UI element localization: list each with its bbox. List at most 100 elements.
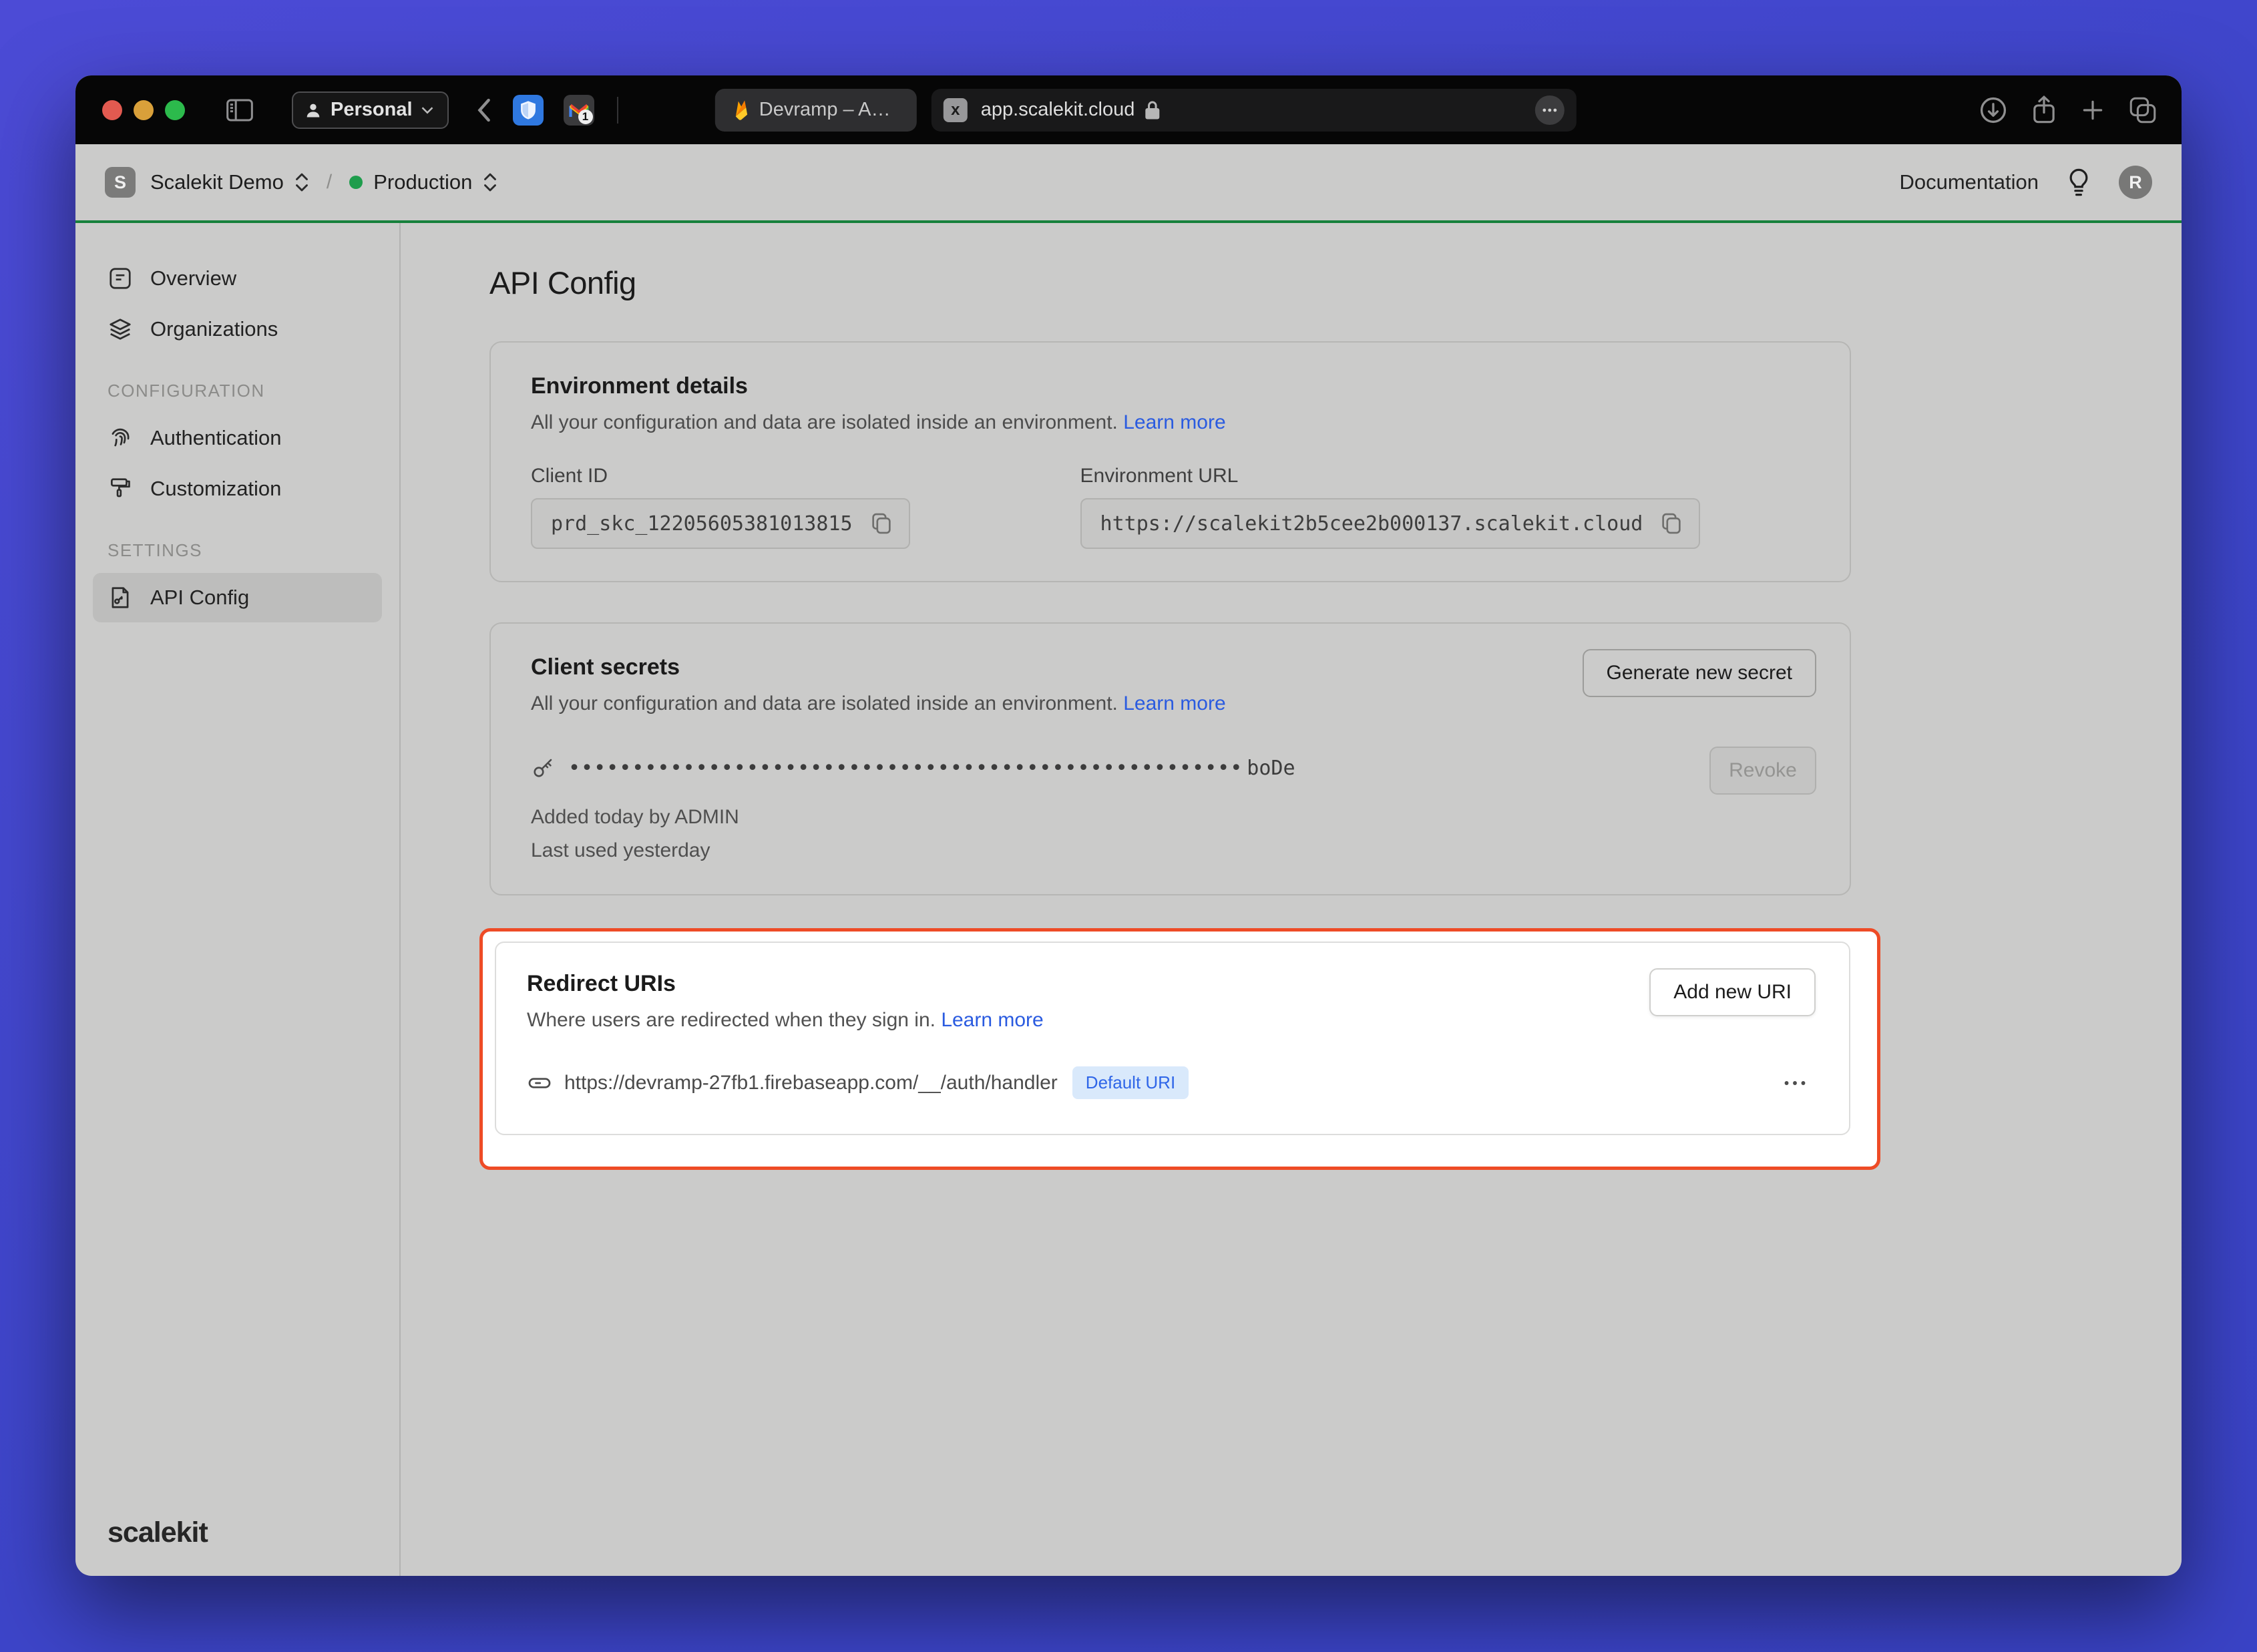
documentation-link[interactable]: Documentation xyxy=(1899,170,2039,194)
address-bar-url: app.scalekit.cloud xyxy=(981,99,1135,121)
share-icon[interactable] xyxy=(2031,95,2057,126)
client-id-label: Client ID xyxy=(531,465,910,487)
breadcrumb: Scalekit Demo / Production xyxy=(150,170,497,194)
gmail-badge: 1 xyxy=(578,110,593,124)
secret-added-info: Added today by ADMIN xyxy=(531,806,1810,829)
add-new-uri-button[interactable]: Add new URI xyxy=(1649,968,1816,1016)
organizations-icon xyxy=(108,317,133,342)
sidebar-item-authentication[interactable]: Authentication xyxy=(93,413,382,463)
environment-url-label: Environment URL xyxy=(1080,465,1701,487)
redirect-uri-row: https://devramp-27fb1.firebaseapp.com/__… xyxy=(527,1066,1818,1099)
paint-roller-icon xyxy=(108,476,133,501)
environment-url-value-box: https://scalekit2b5cee2b000137.scalekit.… xyxy=(1080,498,1701,549)
redirect-uris-card: Redirect URIs Where users are redirected… xyxy=(495,942,1850,1135)
masked-secret: ••••••••••••••••••••••••••••••••••••••••… xyxy=(568,757,1243,780)
card-title: Redirect URIs xyxy=(527,971,1818,997)
person-icon xyxy=(304,101,323,120)
sidebar-section-settings: SETTINGS xyxy=(108,540,382,561)
environment-details-card: Environment details All your configurati… xyxy=(489,341,1851,582)
card-description: All your configuration and data are isol… xyxy=(531,411,1118,433)
environment-name[interactable]: Production xyxy=(373,170,472,194)
client-id-value: prd_skc_12205605381013815 xyxy=(551,512,853,536)
org-switcher-icon[interactable] xyxy=(294,172,309,192)
sidebar-item-label: Customization xyxy=(150,477,281,501)
profile-label: Personal xyxy=(331,99,413,121)
zoom-window-button[interactable] xyxy=(165,100,185,120)
secret-suffix: boDe xyxy=(1247,757,1295,780)
app-header: S Scalekit Demo / Production Documentati… xyxy=(75,144,2182,223)
environment-switcher-icon[interactable] xyxy=(483,172,497,192)
traffic-lights xyxy=(102,100,185,120)
browser-actions xyxy=(1979,95,2158,126)
learn-more-link[interactable]: Learn more xyxy=(1123,411,1225,433)
sidebar-item-api-config[interactable]: API Config xyxy=(93,573,382,622)
sidebar-toggle-icon[interactable] xyxy=(226,99,253,122)
client-secret-row: ••••••••••••••••••••••••••••••••••••••••… xyxy=(531,745,1810,791)
toolbar-divider xyxy=(617,97,618,124)
tab-devramp[interactable]: Devramp – Auth… xyxy=(715,89,917,132)
secret-last-used-info: Last used yesterday xyxy=(531,839,1810,862)
page-more-options-button[interactable] xyxy=(1535,95,1565,125)
main-content: API Config Environment details All your … xyxy=(401,223,2182,1576)
profile-menu-button[interactable]: Personal xyxy=(292,91,449,129)
scalekit-wordmark: scalekit xyxy=(108,1516,208,1549)
user-avatar[interactable]: R xyxy=(2119,166,2152,199)
copy-environment-url-icon[interactable] xyxy=(1660,511,1683,536)
uri-more-options-icon[interactable] xyxy=(1784,1080,1806,1086)
new-tab-icon[interactable] xyxy=(2080,97,2105,123)
sidebar: Overview Organizations CONFIGURATION Aut… xyxy=(75,223,401,1576)
revoke-secret-button[interactable]: Revoke xyxy=(1709,747,1816,795)
sidebar-item-label: Organizations xyxy=(150,317,278,341)
card-title: Environment details xyxy=(531,373,1810,399)
environment-url-value: https://scalekit2b5cee2b000137.scalekit.… xyxy=(1100,512,1643,536)
sidebar-item-label: Overview xyxy=(150,266,236,290)
downloads-icon[interactable] xyxy=(1979,95,2008,125)
copy-client-id-icon[interactable] xyxy=(870,511,893,536)
page-title: API Config xyxy=(489,264,2182,301)
api-config-file-icon xyxy=(108,585,133,610)
sidebar-item-organizations[interactable]: Organizations xyxy=(93,304,382,354)
breadcrumb-divider: / xyxy=(327,171,332,194)
client-id-value-box: prd_skc_12205605381013815 xyxy=(531,498,910,549)
card-description: All your configuration and data are isol… xyxy=(531,692,1118,714)
redirect-uri-value: https://devramp-27fb1.firebaseapp.com/__… xyxy=(564,1072,1058,1094)
scalekit-favicon: x xyxy=(944,98,968,122)
sidebar-item-label: Authentication xyxy=(150,426,281,450)
lightbulb-icon[interactable] xyxy=(2067,168,2091,197)
header-actions: Documentation R xyxy=(1899,166,2152,199)
org-name[interactable]: Scalekit Demo xyxy=(150,170,284,194)
close-window-button[interactable] xyxy=(102,100,122,120)
sidebar-section-configuration: CONFIGURATION xyxy=(108,381,382,401)
chevron-down-icon xyxy=(421,106,434,115)
key-icon xyxy=(531,756,555,780)
overview-icon xyxy=(108,266,133,291)
tab-bar: Devramp – Auth… x app.scalekit.cloud xyxy=(715,89,1577,132)
environment-url-field: Environment URL https://scalekit2b5cee2b… xyxy=(1080,465,1701,549)
default-uri-badge: Default URI xyxy=(1072,1066,1189,1099)
gmail-extension-icon[interactable]: 1 xyxy=(564,95,594,126)
client-secrets-card: Client secrets All your configuration an… xyxy=(489,622,1851,895)
tab-overview-icon[interactable] xyxy=(2128,95,2158,125)
client-id-field: Client ID prd_skc_12205605381013815 xyxy=(531,465,910,549)
fingerprint-icon xyxy=(108,425,133,451)
sidebar-item-label: API Config xyxy=(150,586,249,610)
tab-title: Devramp – Auth… xyxy=(759,99,899,121)
generate-new-secret-button[interactable]: Generate new secret xyxy=(1583,649,1816,697)
sidebar-item-customization[interactable]: Customization xyxy=(93,464,382,513)
environment-status-dot xyxy=(349,176,363,189)
back-button-icon[interactable] xyxy=(475,97,493,124)
learn-more-link[interactable]: Learn more xyxy=(941,1009,1043,1031)
lock-icon xyxy=(1144,100,1160,120)
minimize-window-button[interactable] xyxy=(134,100,154,120)
learn-more-link[interactable]: Learn more xyxy=(1123,692,1225,714)
card-description: Where users are redirected when they sig… xyxy=(527,1009,936,1031)
org-logo: S xyxy=(105,167,136,198)
firebase-flame-icon xyxy=(733,99,750,121)
browser-window: Personal 1 Devramp – Auth… x xyxy=(75,75,2182,1576)
shield-extension-icon[interactable] xyxy=(513,95,544,126)
tab-scalekit-active[interactable]: x app.scalekit.cloud xyxy=(932,89,1577,132)
browser-chrome: Personal 1 Devramp – Auth… x xyxy=(75,75,2182,144)
annotation-highlight-box: Redirect URIs Where users are redirected… xyxy=(479,928,1880,1170)
sidebar-item-overview[interactable]: Overview xyxy=(93,254,382,303)
link-icon xyxy=(527,1070,552,1096)
